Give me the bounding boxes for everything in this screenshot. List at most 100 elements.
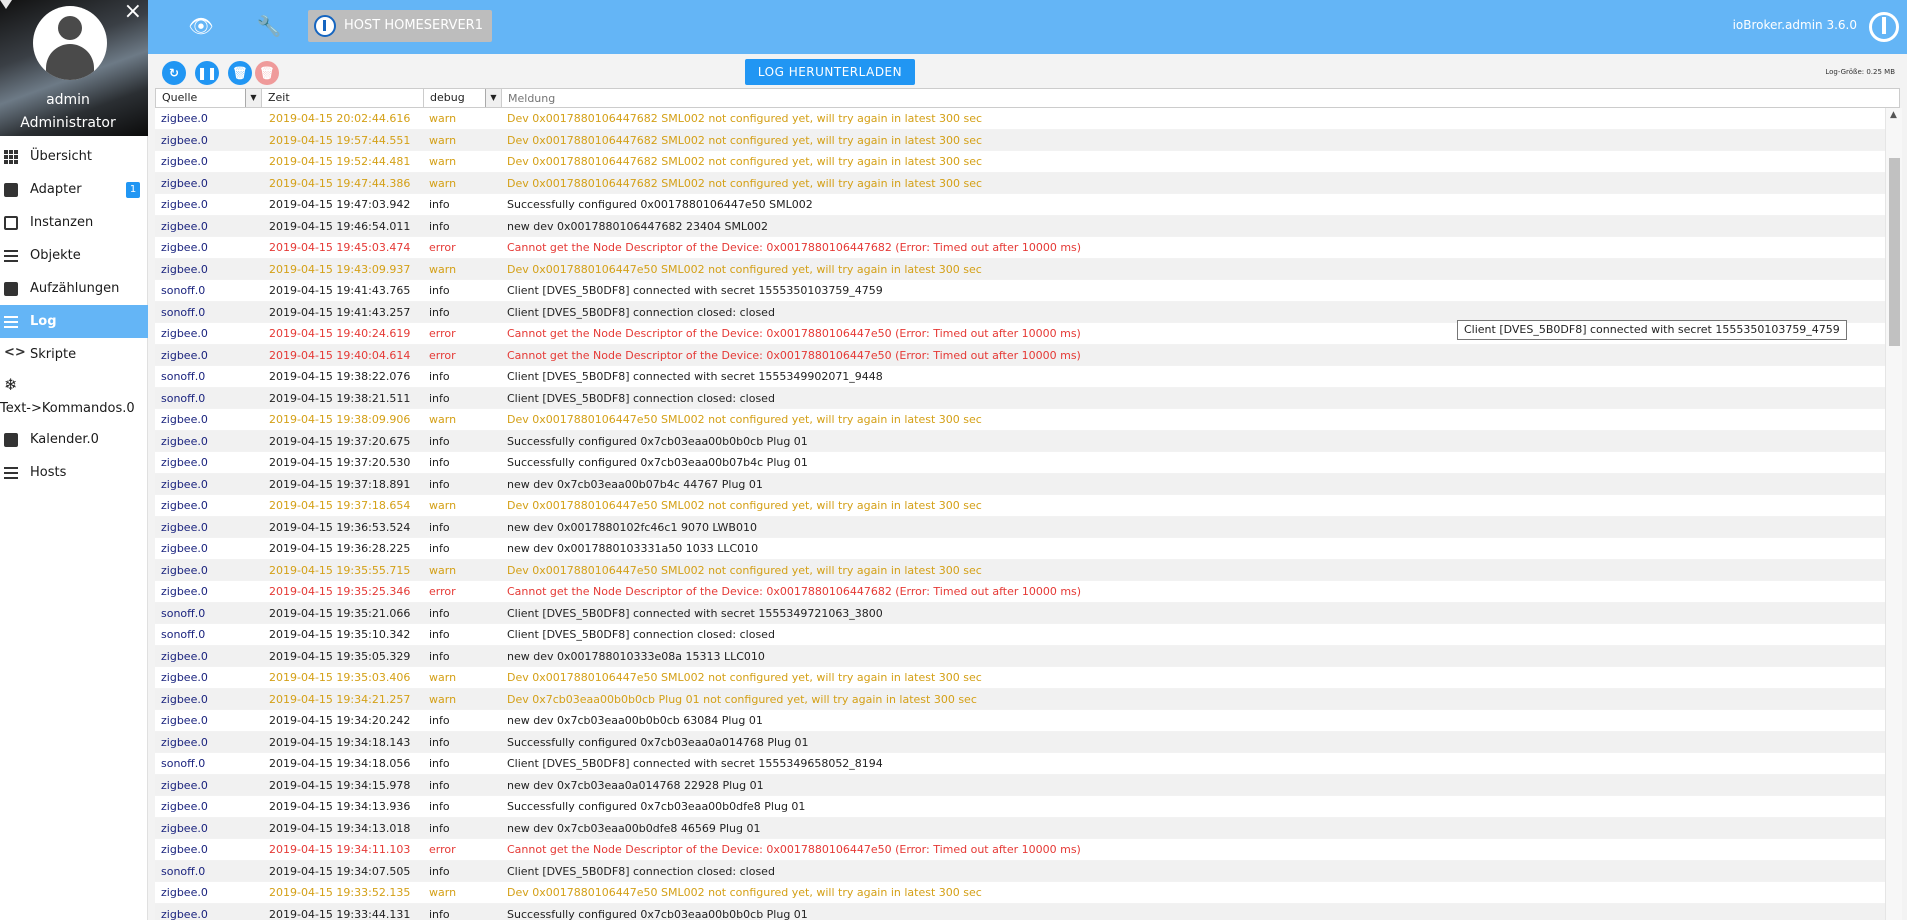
app-version: ioBroker.admin 3.6.0 (1732, 18, 1857, 32)
sidebar-item-instances[interactable]: Instanzen (0, 206, 148, 239)
table-row: zigbee.0 2019-04-15 19:45:03.474 error Cann… (155, 237, 1885, 259)
sidebar: × admin Administrator Übersicht Adapter … (0, 0, 148, 920)
log-source: zigbee.0 (161, 198, 208, 211)
table-row: zigbee.0 2019-04-15 19:47:44.386 warn Dev 0… (155, 172, 1885, 194)
table-row: zigbee.0 2019-04-15 19:37:20.530 info Succe… (155, 452, 1885, 474)
chevron-up-icon[interactable]: ▲ (1890, 110, 1897, 120)
sidebar-item-objects[interactable]: Objekte (0, 239, 148, 272)
log-level: error (429, 241, 456, 254)
scrollbar-thumb[interactable] (1889, 158, 1900, 346)
refresh-icon: ↻ (168, 66, 180, 80)
log-level: error (429, 348, 456, 362)
log-message: Cannot get the Node Descriptor of the De… (507, 241, 1082, 254)
log-source: zigbee.0 (161, 434, 208, 448)
sidebar-item-text-commands[interactable]: ❄ Text->Kommandos.0 (0, 371, 148, 423)
log-source: zigbee.0 (161, 456, 208, 469)
table-row: zigbee.0 2019-04-15 19:46:54.011 info new d… (155, 215, 1885, 237)
log-message: Successfully configured 0x7cb03eaa00b0b0… (507, 907, 808, 920)
table-row: zigbee.0 2019-04-15 19:57:44.551 warn Dev 0… (155, 129, 1885, 151)
log-message: Dev 0x0017880106447e50 SML002 not config… (507, 499, 982, 512)
host-button[interactable]: HOST HOMESERVER1 (308, 10, 492, 42)
log-message: Cannot get the Node Descriptor of the De… (507, 585, 1082, 598)
sidebar-item-label: Übersicht (30, 149, 92, 164)
list-icon (4, 250, 18, 262)
filter-icon[interactable] (0, 0, 12, 9)
log-source: sonoff.0 (161, 628, 206, 641)
log-level: info (429, 284, 450, 297)
log-time: 2019-04-15 19:35:05.329 (269, 649, 411, 663)
log-message: new dev 0x0017880106447682 23404 SML002 (507, 219, 769, 233)
chevron-down-icon[interactable]: ▼ (485, 89, 501, 107)
chevron-down-icon[interactable]: ▼ (245, 89, 261, 107)
log-level: info (429, 907, 450, 920)
pause-button[interactable]: ❚❚ (195, 61, 219, 85)
log-source: zigbee.0 (161, 671, 208, 684)
log-message: new dev 0x7cb03eaa00b07b4c 44767 Plug 01 (507, 477, 763, 491)
sidebar-item-hosts[interactable]: Hosts (0, 456, 148, 489)
log-level: info (429, 434, 450, 448)
source-filter-value: Quelle (162, 91, 198, 104)
sidebar-item-label: Instanzen (30, 215, 94, 230)
clear-button[interactable]: 🗑 (228, 61, 252, 85)
message-filter[interactable] (502, 89, 1899, 107)
level-filter[interactable]: debug ▼ (424, 89, 502, 107)
log-level: warn (429, 176, 457, 190)
log-level: warn (429, 692, 457, 706)
log-message: Dev 0x0017880106447e50 SML002 not config… (507, 413, 982, 426)
log-time: 2019-04-15 19:47:44.386 (269, 176, 411, 190)
close-icon[interactable]: × (124, 0, 142, 24)
log-time: 2019-04-15 19:34:11.103 (269, 843, 411, 856)
scrollbar[interactable]: ▲ (1885, 108, 1902, 920)
log-time: 2019-04-15 19:46:54.011 (269, 219, 411, 233)
table-row: zigbee.0 2019-04-15 19:52:44.481 warn Dev 0… (155, 151, 1885, 173)
log-source: zigbee.0 (161, 714, 208, 727)
table-row: zigbee.0 2019-04-15 19:36:28.225 info new d… (155, 538, 1885, 560)
log-message: Dev 0x0017880106447e50 SML002 not config… (507, 262, 982, 276)
sidebar-item-overview[interactable]: Übersicht (0, 140, 148, 173)
log-message: new dev 0x7cb03eaa0a014768 22928 Plug 01 (507, 778, 764, 792)
eye-icon[interactable]: 👁 (187, 12, 215, 40)
grid-icon (4, 150, 18, 164)
sidebar-item-enums[interactable]: Aufzählungen (0, 272, 148, 305)
delete-log-button[interactable]: 🗑 (255, 61, 279, 85)
log-time: 2019-04-15 19:47:03.942 (269, 198, 411, 211)
log-time: 2019-04-15 19:38:09.906 (269, 413, 411, 426)
log-level: warn (429, 133, 457, 147)
sidebar-item-adapter[interactable]: Adapter 1 (0, 173, 148, 206)
download-log-button[interactable]: LOG HERUNTERLADEN (745, 59, 915, 85)
log-message: Client [DVES_5B0DF8] connection closed: … (507, 628, 775, 641)
refresh-button[interactable]: ↻ (162, 61, 186, 85)
log-source: sonoff.0 (161, 284, 206, 297)
log-time: 2019-04-15 19:34:07.505 (269, 864, 411, 878)
sidebar-item-scripts[interactable]: <> Skripte (0, 338, 148, 371)
log-source: zigbee.0 (161, 585, 208, 598)
log-message: Cannot get the Node Descriptor of the De… (507, 348, 1081, 362)
log-time: 2019-04-15 19:37:18.891 (269, 477, 411, 491)
log-source: zigbee.0 (161, 843, 208, 856)
table-row: zigbee.0 2019-04-15 19:47:03.942 info Succe… (155, 194, 1885, 216)
sidebar-item-label: Text->Kommandos.0 (0, 401, 135, 416)
log-level: info (429, 477, 450, 491)
log-level: error (429, 843, 456, 856)
sidebar-item-log[interactable]: Log (0, 305, 148, 338)
hosts-icon (4, 467, 18, 479)
time-header: Zeit (262, 89, 424, 107)
log-message: Successfully configured 0x7cb03eaa00b0b0… (507, 434, 808, 448)
table-row: sonoff.0 2019-04-15 19:34:07.505 info Clien… (155, 860, 1885, 882)
log-level: info (429, 821, 450, 835)
source-filter[interactable]: Quelle ▼ (156, 89, 262, 107)
avatar (33, 6, 107, 80)
sidebar-item-label: Aufzählungen (30, 281, 120, 296)
sidebar-item-calendar[interactable]: Kalender.0 (0, 423, 148, 456)
table-row: zigbee.0 2019-04-15 19:43:09.937 warn Dev 0… (155, 258, 1885, 280)
log-source: zigbee.0 (161, 327, 208, 340)
message-filter-input[interactable] (508, 89, 1899, 107)
table-row: zigbee.0 2019-04-15 19:34:18.143 info Succe… (155, 731, 1885, 753)
table-row: sonoff.0 2019-04-15 19:34:18.056 info Clien… (155, 753, 1885, 775)
menu-icon (4, 316, 18, 328)
log-source: sonoff.0 (161, 757, 206, 770)
log-message: Successfully configured 0x0017880106447e… (507, 198, 813, 211)
store-icon (4, 183, 18, 197)
wrench-icon[interactable]: 🔧 (255, 12, 283, 40)
table-row: zigbee.0 2019-04-15 19:35:55.715 warn Dev 0… (155, 559, 1885, 581)
